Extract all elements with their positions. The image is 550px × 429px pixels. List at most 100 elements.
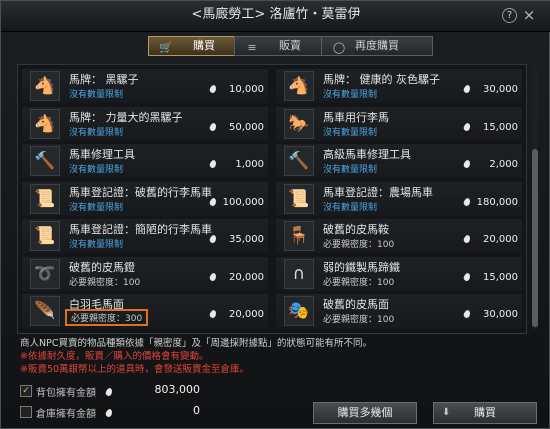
shop-item[interactable]: 🎭 破舊的皮馬面 必要親密度：100 30,000 [276, 294, 522, 328]
item-name: 破舊的皮馬面 [323, 298, 389, 311]
bag-money-value: 803,000 [154, 383, 201, 396]
storage-money-row: 倉庫擁有金額 0 [20, 404, 220, 422]
item-price: 20,000 [229, 271, 264, 283]
item-requirement: 必要親密度：300 [65, 309, 149, 326]
item-requirement: 沒有數量限制 [323, 90, 378, 100]
note-durability: ※依據耐久度，販賣／購入的價格會有變動。 [20, 351, 209, 362]
silver-icon [462, 121, 472, 132]
bag-money-label: 背包擁有金額 [36, 388, 96, 399]
tab-rebuy[interactable]: ◯ 再度購買 [321, 36, 433, 56]
item-icon: 🐴 [284, 71, 314, 101]
item-price: 100,000 [222, 196, 264, 208]
shop-item[interactable]: ∩ 弱的鐵製馬蹄鐵 必要親密度：100 15,000 [276, 256, 522, 291]
item-icon: 📜 [30, 221, 60, 251]
silver-icon [462, 309, 472, 319]
note-storage: ※販賣50萬銀幣以上的道具時，會發送販賣金至倉庫。 [20, 364, 250, 375]
shop-item[interactable]: 🔨 馬車修理工具 沒有數量限制 1,000 [22, 144, 268, 178]
item-price: 15,000 [483, 121, 518, 133]
silver-icon [208, 121, 218, 132]
bag-money-checkbox[interactable]: ✓ [20, 385, 32, 397]
item-name: 馬車登記證：農場馬車 [323, 185, 433, 199]
item-requirement: 沒有數量限制 [69, 90, 124, 100]
storage-money-label: 倉庫擁有金額 [36, 409, 96, 420]
item-icon: 📜 [284, 183, 314, 214]
item-requirement: 必要親密度：100 [323, 277, 395, 288]
note-affinity: 商人NPC買賣的物品種類依據「親密度」及「周邊採附據點」的狀態可能有所不同。 [20, 338, 372, 349]
item-icon: 🐴 [30, 71, 60, 101]
item-price: 10,000 [229, 84, 264, 95]
shop-item[interactable]: 🐴 馬牌： 健康的 灰色騾子 沒有數量限制 30,000 [276, 69, 522, 103]
silver-icon [462, 196, 472, 207]
item-name: 馬車登記證：簡陋的行李馬車 [69, 223, 212, 236]
item-icon: 🐎 [284, 108, 314, 139]
shop-item[interactable]: 📜 馬車登記證：破舊的行李馬車 沒有數量限制 100,000 [22, 181, 268, 216]
silver-icon [208, 159, 218, 169]
item-icon: 🪶 [30, 296, 60, 326]
item-icon: 🐴 [30, 108, 60, 139]
item-icon: ➰ [30, 258, 60, 289]
storage-money-checkbox[interactable] [20, 406, 32, 418]
item-requirement: 必要親密度：100 [323, 240, 395, 250]
item-price: 1,000 [235, 159, 264, 170]
bag-money-row: ✓ 背包擁有金額 803,000 [20, 383, 220, 401]
silver-icon [462, 84, 472, 94]
item-price: 50,000 [229, 121, 264, 133]
item-price: 2,000 [489, 159, 518, 170]
item-name: 馬車登記證：破舊的行李馬車 [69, 185, 212, 199]
scrollbar-thumb[interactable] [532, 149, 538, 327]
item-price: 20,000 [483, 234, 518, 245]
shop-item[interactable]: 🐴 馬牌： 黑騾子 沒有數量限制 10,000 [22, 69, 268, 103]
shop-item[interactable]: 📜 馬車登記證：簡陋的行李馬車 沒有數量限制 35,000 [22, 219, 268, 253]
item-price: 20,000 [229, 309, 264, 320]
item-name: 破舊的皮馬鞍 [323, 223, 389, 236]
item-requirement: 沒有數量限制 [323, 127, 378, 138]
item-name: 馬車用行李馬 [323, 110, 389, 124]
shop-notes: 商人NPC買賣的物品種類依據「親密度」及「周邊採附據點」的狀態可能有所不同。 ※… [20, 337, 530, 376]
item-icon: 🔨 [30, 146, 60, 176]
silver-icon [104, 387, 114, 397]
silver-icon [208, 271, 218, 282]
window-title: <馬廄勞工> 洛廬竹・莫雷伊 [191, 7, 361, 22]
shop-tabs: 🛒 購買 ≡ 販賣 ◯ 再度購買 [1, 36, 550, 58]
item-icon: 📜 [30, 183, 60, 214]
item-requirement: 沒有數量限制 [69, 202, 124, 213]
item-name: 馬車修理工具 [69, 148, 135, 161]
shop-item[interactable]: 🪶 白羽毛馬面 必要親密度：300 20,000 [22, 294, 268, 328]
silver-icon [208, 309, 218, 319]
item-icon: 🔨 [284, 146, 314, 176]
silver-icon [462, 159, 472, 169]
shop-item[interactable]: 🐴 馬牌： 力量大的黑騾子 沒有數量限制 50,000 [22, 106, 268, 141]
item-requirement: 沒有數量限制 [69, 127, 124, 138]
item-requirement: 沒有數量限制 [69, 165, 124, 175]
shop-item[interactable]: 🐎 馬車用行李馬 沒有數量限制 15,000 [276, 106, 522, 141]
item-icon: ∩ [284, 258, 314, 289]
item-name: 弱的鐵製馬蹄鐵 [323, 260, 400, 274]
item-name: 高級馬車修理工具 [323, 148, 411, 161]
item-price: 30,000 [483, 309, 518, 320]
list-scrollbar[interactable] [532, 67, 538, 329]
item-name: 破舊的皮馬鐙 [69, 260, 135, 274]
shop-item[interactable]: 📜 馬車登記證：農場馬車 沒有數量限制 180,000 [276, 181, 522, 216]
item-requirement: 沒有數量限制 [323, 202, 378, 213]
silver-icon [208, 234, 218, 244]
shop-item[interactable]: 🔨 高級馬車修理工具 沒有數量限制 2,000 [276, 144, 522, 178]
window-title-bar: <馬廄勞工> 洛廬竹・莫雷伊 ? × [1, 1, 550, 32]
buy-multiple-button[interactable]: 購買多幾個 [313, 402, 417, 424]
item-icon: 🪑 [284, 221, 314, 251]
item-name: 馬牌： 健康的 灰色騾子 [323, 73, 440, 86]
npc-shop-window: <馬廄勞工> 洛廬竹・莫雷伊 ? × 🛒 購買 ≡ 販賣 ◯ 再度購買 🐴 馬牌：… [0, 0, 550, 429]
close-icon[interactable]: × [521, 7, 537, 23]
silver-icon [208, 84, 218, 94]
item-list: 🐴 馬牌： 黑騾子 沒有數量限制 10,000 🐴 馬牌： 健康的 灰色騾子 沒有數量限制 3… [17, 64, 527, 334]
item-requirement: 必要親密度：100 [323, 315, 395, 325]
buy-button[interactable]: ⬇ 購買 [433, 402, 537, 424]
item-requirement: 沒有數量限制 [69, 240, 124, 250]
help-icon[interactable]: ? [502, 8, 517, 23]
shop-item[interactable]: 🪑 破舊的皮馬鞍 必要親密度：100 20,000 [276, 219, 522, 253]
tab-label: 再度購買 [355, 39, 399, 52]
shop-item[interactable]: ➰ 破舊的皮馬鐙 必要親密度：100 20,000 [22, 256, 268, 291]
item-price: 180,000 [476, 196, 518, 208]
buy-button-label: 購買 [474, 406, 496, 419]
item-price: 30,000 [483, 84, 518, 95]
item-price: 15,000 [483, 271, 518, 283]
